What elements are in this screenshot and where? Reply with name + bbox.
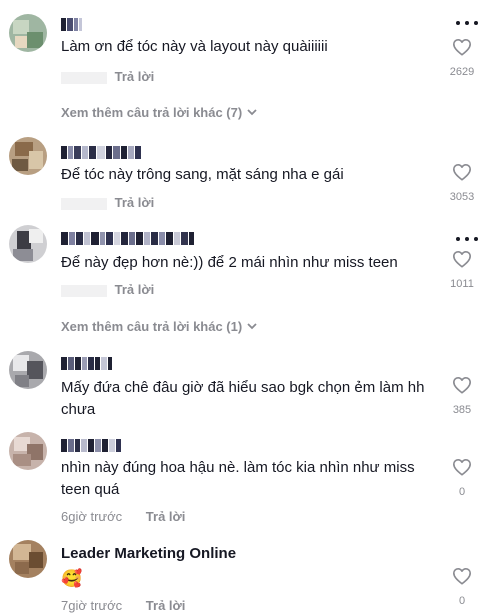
- reply-button[interactable]: Trả lời: [146, 598, 186, 613]
- more-dots-icon[interactable]: [456, 237, 478, 243]
- comment-2: Để tóc này trông sang, mặt sáng nha e gá…: [0, 125, 492, 215]
- reply-button[interactable]: Trả lời: [146, 509, 186, 524]
- comment-6: Leader Marketing Online 🥰 7giờ trước Trả…: [0, 530, 492, 613]
- avatar[interactable]: [9, 432, 47, 470]
- like-count: 0: [458, 486, 466, 498]
- heart-outline-icon: [453, 163, 471, 181]
- comment-text: 🥰: [61, 569, 83, 588]
- timestamp: [61, 71, 107, 84]
- like-count: 2629: [449, 66, 475, 78]
- comment-meta: 7giờ trước Trả lời: [61, 598, 185, 613]
- comment-text: Mấy đứa chê đâu giờ đã hiểu sao bgk chọn…: [61, 379, 425, 418]
- comment-text: nhìn này đúng hoa hậu nè. làm tóc kia nh…: [61, 459, 415, 498]
- username[interactable]: [61, 232, 194, 245]
- comment-1: Làm ơn để tóc này và layout này quàiiiii…: [0, 0, 492, 120]
- like-count: 0: [458, 595, 466, 607]
- heart-outline-icon: [453, 250, 471, 268]
- like-count: 3053: [449, 191, 475, 203]
- timestamp: 7giờ trước: [61, 598, 123, 613]
- heart-outline-icon: [453, 376, 471, 394]
- comment-4: Mấy đứa chê đâu giờ đã hiểu sao bgk chọn…: [0, 340, 492, 425]
- comment-5: nhìn này đúng hoa hậu nè. làm tóc kia nh…: [0, 425, 492, 530]
- username[interactable]: [61, 146, 141, 159]
- avatar[interactable]: [9, 225, 47, 263]
- view-more-replies[interactable]: Xem thêm câu trả lời khác (7): [61, 105, 257, 120]
- username[interactable]: [61, 357, 112, 370]
- like-button[interactable]: 3053: [442, 163, 482, 203]
- chevron-down-icon: [247, 109, 257, 116]
- comment-3: Để này đẹp hơn nè:)) để 2 mái nhìn như m…: [0, 215, 492, 335]
- like-button[interactable]: 0: [442, 567, 482, 607]
- timestamp: 6giờ trước: [61, 509, 123, 524]
- reply-button[interactable]: Trả lời: [115, 282, 155, 297]
- comment-meta: Trả lời: [61, 195, 154, 210]
- username[interactable]: [61, 18, 82, 31]
- comment-meta: Trả lời: [61, 282, 154, 297]
- timestamp: [61, 197, 107, 210]
- username[interactable]: Leader Marketing Online: [61, 545, 236, 562]
- view-more-replies[interactable]: Xem thêm câu trả lời khác (1): [61, 319, 257, 334]
- like-button[interactable]: 385: [442, 376, 482, 416]
- more-dots-icon[interactable]: [456, 21, 478, 27]
- heart-outline-icon: [453, 567, 471, 585]
- comment-text: Làm ơn để tóc này và layout này quàiiiii…: [61, 38, 328, 55]
- avatar[interactable]: [9, 14, 47, 52]
- reply-button[interactable]: Trả lời: [115, 69, 155, 84]
- heart-outline-icon: [453, 38, 471, 56]
- avatar[interactable]: [9, 137, 47, 175]
- chevron-down-icon: [247, 323, 257, 330]
- like-count: 385: [452, 404, 472, 416]
- avatar[interactable]: [9, 540, 47, 578]
- comment-meta: 6giờ trước Trả lời: [61, 509, 185, 524]
- timestamp: [61, 284, 107, 297]
- comment-text: Để này đẹp hơn nè:)) để 2 mái nhìn như m…: [61, 254, 398, 271]
- heart-outline-icon: [453, 458, 471, 476]
- like-button[interactable]: 1011: [442, 250, 482, 290]
- like-count: 1011: [450, 278, 474, 290]
- username[interactable]: [61, 439, 121, 452]
- comment-meta: Trả lời: [61, 69, 154, 84]
- avatar[interactable]: [9, 351, 47, 389]
- like-button[interactable]: 0: [442, 458, 482, 498]
- reply-button[interactable]: Trả lời: [115, 195, 155, 210]
- comment-text: Để tóc này trông sang, mặt sáng nha e gá…: [61, 166, 344, 183]
- like-button[interactable]: 2629: [442, 38, 482, 78]
